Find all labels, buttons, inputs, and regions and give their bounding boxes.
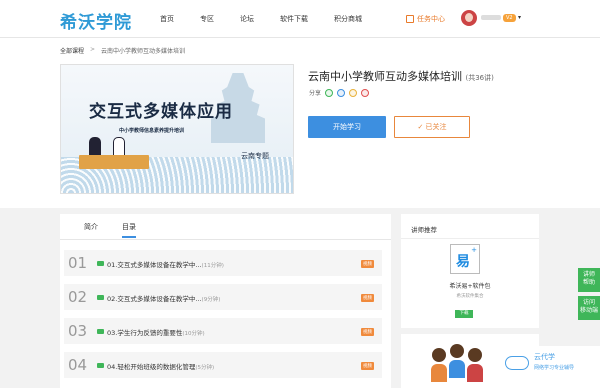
weibo-icon[interactable] [361, 88, 370, 97]
share-label: 分享 [309, 90, 322, 97]
app-name[interactable]: 希沃易+软件包 [401, 281, 539, 290]
tab-intro[interactable]: 简介 [84, 222, 98, 232]
tab-catalog[interactable]: 目录 [122, 222, 136, 238]
lesson-title-text: 04.轻松开始班级的数据化管理 [107, 363, 196, 371]
avatar[interactable] [461, 10, 477, 26]
person-head [468, 348, 482, 362]
lesson-count: (共36讲) [465, 74, 494, 82]
followed-button[interactable]: ✓ 已关注 [394, 116, 470, 138]
people-illustration [430, 344, 486, 388]
lesson-number: 01 [68, 254, 88, 272]
lesson-row[interactable]: 02 02.交互式多媒体设备在教学中...(9分钟) 视频 [60, 282, 391, 312]
lesson-number: 02 [68, 288, 88, 306]
nav-item-points-mall[interactable]: 积分商城 [334, 14, 362, 24]
lesson-title: 02.交互式多媒体设备在教学中...(9分钟) [107, 293, 220, 303]
site-logo[interactable]: 希沃学院 [60, 8, 132, 33]
lesson-row[interactable]: 01 01.交互式多媒体设备在教学中...(11分钟) 视频 [60, 248, 391, 278]
username-placeholder[interactable] [481, 15, 501, 20]
chevron-down-icon[interactable]: ▾ [518, 14, 521, 21]
video-icon [97, 363, 104, 368]
nav-item-home[interactable]: 首页 [160, 14, 174, 24]
mobile-access-button[interactable]: 访问 移动端 [578, 296, 600, 320]
desk-illustration [79, 155, 149, 169]
catalog-tabs: 简介 目录 [60, 214, 391, 240]
banner-title: 交互式多媒体应用 [89, 102, 233, 122]
nav-item-forum[interactable]: 论坛 [240, 14, 254, 24]
video-tag: 视频 [361, 260, 374, 268]
lesson-duration: (9分钟) [201, 297, 221, 303]
course-banner: 交互式多媒体应用 中小学教师信息素养提升培训 云南专题 [60, 64, 294, 194]
person-body [467, 364, 483, 382]
breadcrumb-root[interactable]: 全部课程 [60, 46, 84, 55]
share-row: 分享 [309, 88, 370, 97]
lesson-title: 04.轻松开始班级的数据化管理(5分钟) [107, 361, 214, 371]
banner-region: 云南专题 [241, 152, 269, 160]
lesson-number: 04 [68, 356, 88, 374]
lesson-number: 03 [68, 322, 88, 340]
promo-tagline: 网络学习专业辅导 [534, 365, 575, 371]
lesson-row[interactable]: 03 03.学生行为反馈的重要性(10分钟) 视频 [60, 316, 391, 346]
nav-item-download[interactable]: 软件下载 [280, 14, 308, 24]
banner-subtitle: 中小学教师信息素养提升培训 [119, 128, 185, 134]
lesson-title: 03.学生行为反馈的重要性(10分钟) [107, 327, 205, 337]
lesson-title-text: 03.学生行为反馈的重要性 [107, 329, 183, 337]
qzone-icon[interactable] [349, 88, 358, 97]
download-button[interactable]: 下载 [455, 310, 473, 318]
vip-badge: V2 [503, 14, 516, 22]
promo-card[interactable]: 云代学 网络学习专业辅导 [502, 346, 600, 388]
lesson-duration: (11分钟) [201, 263, 224, 269]
cloud-icon [505, 356, 529, 370]
teacher-figure [113, 137, 125, 157]
task-center-link[interactable]: 任务中心 [406, 14, 445, 24]
lesson-duration: (10分钟) [182, 331, 205, 337]
lecturer-help-button[interactable]: 讲师 帮助 [578, 268, 600, 292]
qq-icon[interactable] [337, 88, 346, 97]
plus-icon: + [471, 246, 477, 254]
panel-heading: 讲师推荐 [411, 226, 437, 234]
lesson-duration: (5分钟) [195, 365, 215, 371]
breadcrumb: 全部课程 > 云南中小学教师互动多媒体培训 [60, 46, 185, 55]
breadcrumb-separator: > [90, 46, 96, 53]
video-tag: 视频 [361, 294, 374, 302]
course-title-text: 云南中小学教师互动多媒体培训 [308, 70, 462, 83]
task-center-label: 任务中心 [417, 15, 445, 23]
breadcrumb-current: 云南中小学教师互动多媒体培训 [101, 48, 186, 55]
start-learning-button[interactable]: 开始学习 [308, 116, 386, 138]
person-body [449, 360, 465, 378]
wechat-icon[interactable] [325, 88, 334, 97]
nav-item-zone[interactable]: 专区 [200, 14, 214, 24]
person-body [431, 364, 447, 382]
teacher-figure [89, 137, 101, 157]
main-nav: 首页 专区 论坛 软件下载 积分商城 [160, 14, 388, 24]
promo-name: 云代学 [534, 353, 555, 361]
app-icon[interactable]: 易 + [450, 244, 480, 274]
video-icon [97, 329, 104, 334]
lecturer-recommend-panel: 讲师推荐 易 + 希沃易+软件包 希沃软件集合 下载 [401, 214, 539, 328]
person-head [450, 344, 464, 358]
video-icon [97, 261, 104, 266]
divider [401, 238, 539, 239]
video-tag: 视频 [361, 362, 374, 370]
lesson-title-text: 02.交互式多媒体设备在教学中... [107, 295, 202, 303]
video-icon [97, 295, 104, 300]
app-glyph: 易 [456, 254, 470, 270]
lesson-row[interactable]: 04 04.轻松开始班级的数据化管理(5分钟) 视频 [60, 350, 391, 380]
video-tag: 视频 [361, 328, 374, 336]
lesson-title: 01.交互式多媒体设备在教学中...(11分钟) [107, 259, 224, 269]
app-description: 希沃软件集合 [456, 294, 484, 299]
course-title: 云南中小学教师互动多媒体培训 (共36讲) [308, 68, 494, 84]
person-head [432, 348, 446, 362]
lesson-title-text: 01.交互式多媒体设备在教学中... [107, 261, 202, 269]
task-icon [406, 15, 414, 23]
